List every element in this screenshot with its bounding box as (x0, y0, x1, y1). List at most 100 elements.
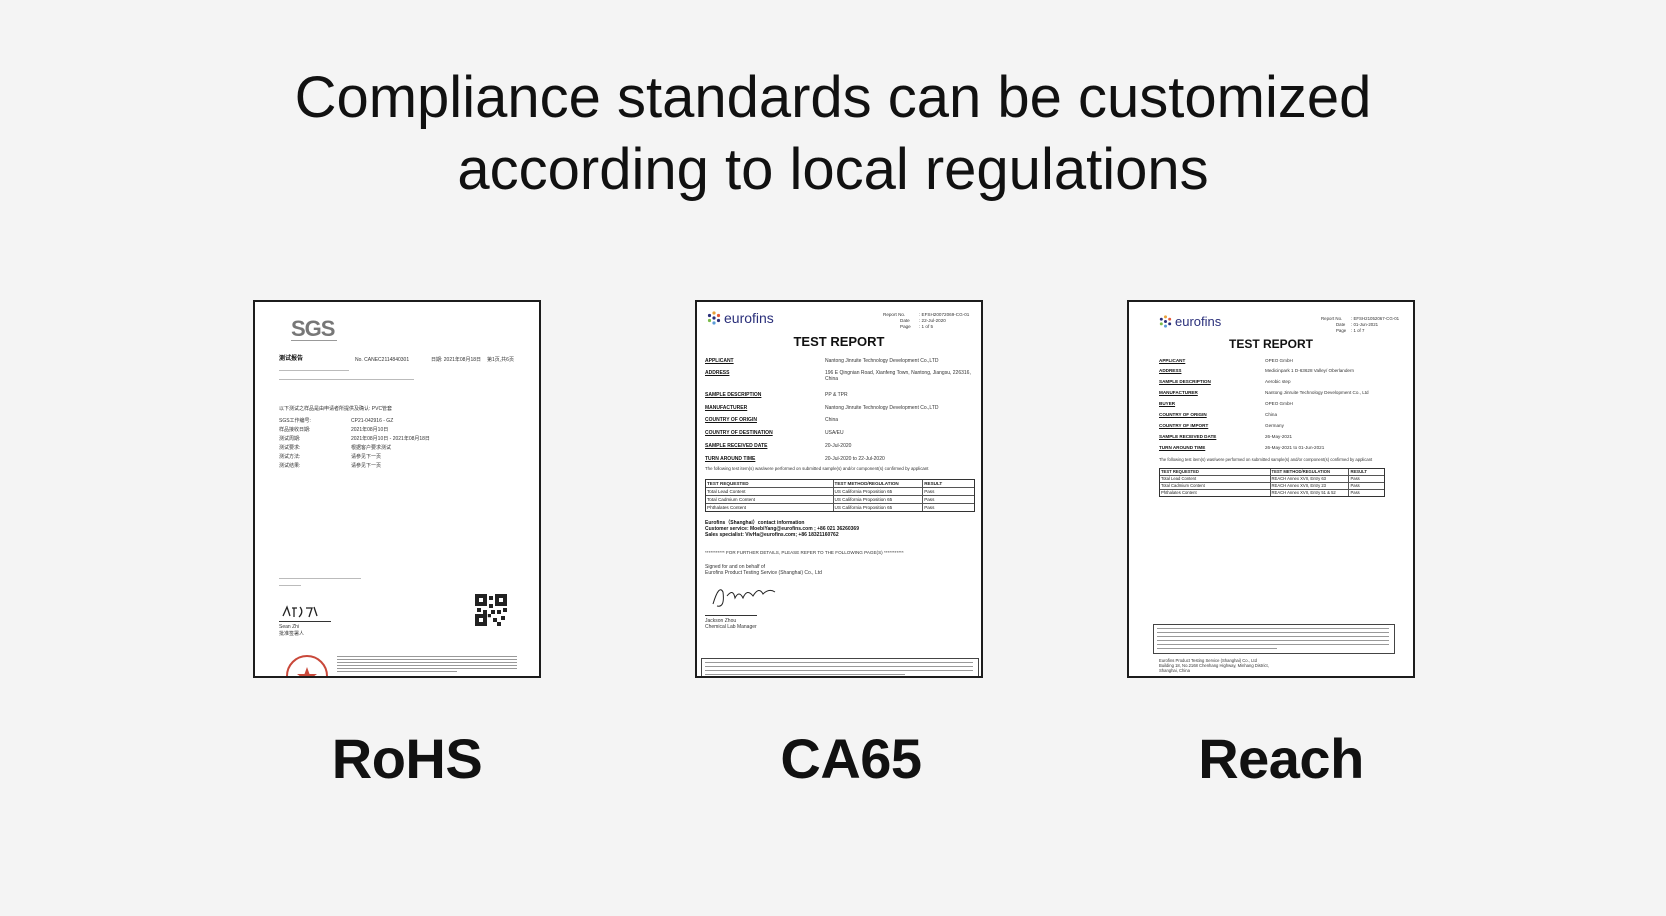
table-row: Total Lead Content US California Proposi… (706, 488, 974, 496)
page-value: : 1 of 7 (1351, 328, 1365, 333)
field-value: 20-Jul-2020 to 22-Jul-2020 (825, 456, 885, 462)
field-value: 26-May-2021 (1265, 434, 1293, 439)
signed-line-2: Eurofins Product Testing Service (Shangh… (705, 570, 822, 576)
field-value: PP & TPR (825, 392, 848, 398)
row-value: 2021年08月10日 (351, 427, 389, 433)
footer-line-3: Shanghai, China (1159, 668, 1190, 673)
field-label: ADDRESS (705, 370, 730, 376)
fine-print-block (337, 654, 519, 676)
table-header: TEST REQUESTED TEST METHOD/REGULATION RE… (1160, 469, 1384, 476)
headline-line-1: Compliance standards can be customized (294, 65, 1372, 130)
field-value: USA/EU (825, 430, 844, 436)
rohs-certificate[interactable]: SGS 测试报告 No. CANEC2114840301 日期: 2021年08… (253, 300, 541, 678)
further-details: *********** FOR FURTHER DETAILS, PLEASE … (705, 550, 904, 555)
field-label: MANUFACTURER (1159, 390, 1198, 395)
signature-image (712, 589, 776, 607)
ca65-certificate[interactable]: eurofins Report No. : EFSH20072069-CG-01… (695, 300, 983, 678)
row-label: 测试方法: (279, 454, 301, 460)
row-value: 2021年08月10日 - 2021年08月18日 (351, 436, 430, 442)
reach-certificate[interactable]: eurofins Report No. : EFSH21052067-CG-01… (1127, 300, 1415, 678)
table-row: Phthalates Content US California Proposi… (707, 504, 935, 511)
eurofins-wordmark: eurofins (724, 310, 774, 326)
field-label: APPLICANT (705, 358, 734, 364)
row-value: 请参见下一页 (351, 463, 382, 469)
text-line (279, 585, 301, 586)
page-label: Page (1336, 328, 1347, 333)
contact-sales: Sales specialist: VivHa@eurofins.com; +8… (705, 532, 839, 538)
signer-name: Sean Zhi (279, 624, 300, 630)
field-value: 20-Jul-2020 (825, 443, 852, 449)
row-label: SGS工作编号: (279, 418, 311, 424)
row-label: 测试周期: (279, 436, 301, 442)
field-label: COUNTRY OF ORIGIN (705, 417, 757, 423)
row-value: 根据客户要求测试 (351, 445, 392, 451)
field-value: Aerobic step (1265, 379, 1291, 384)
text-line (279, 578, 361, 579)
field-value: OPEO GmbH (1265, 401, 1293, 406)
row-label: 样品接收日期: (279, 427, 311, 433)
eurofins-dots-icon (707, 311, 721, 325)
field-label: COUNTRY OF IMPORT (1159, 423, 1209, 428)
reach-caption: Reach (1198, 727, 1364, 790)
field-label: TURN AROUND TIME (705, 456, 756, 462)
signature-image (282, 605, 318, 618)
field-label: SAMPLE RECEIVED DATE (705, 443, 768, 449)
row-label: 测试要求: (279, 445, 301, 451)
ca65-caption: CA65 (780, 727, 922, 790)
signer-title: 批准签署人 (279, 631, 305, 637)
signature-line (705, 615, 757, 616)
field-value: Nantong Jinruite Technology Development … (1265, 390, 1369, 395)
field-label: SAMPLE DESCRIPTION (1159, 379, 1211, 384)
row-value: CP21-042916 - GZ (351, 418, 394, 424)
field-label: APPLICANT (1159, 358, 1186, 363)
table-row: Phthalates Content REACH Annex XVII, Ent… (1161, 490, 1360, 496)
results-table: TEST REQUESTED TEST METHOD/REGULATION RE… (1159, 468, 1385, 497)
page-value: : 1 of 5 (919, 324, 934, 329)
field-value: Medicinpark 1 D-63628 Valley/ Oberlander… (1265, 368, 1355, 373)
field-value: China (1265, 412, 1278, 417)
fine-print-block (1153, 624, 1395, 654)
test-note: The following test item(s) was/were perf… (705, 466, 929, 471)
field-value: 26-May-2021 to 01-Jun-2021 (1265, 445, 1325, 450)
report-page: 第1页,共6页 (487, 357, 514, 363)
report-heading: TEST REPORT (793, 334, 885, 349)
field-label: COUNTRY OF ORIGIN (1159, 412, 1207, 417)
eurofins-logo: eurofins (1159, 314, 1221, 329)
fine-print-block (701, 658, 979, 676)
signer-title: Chemical Lab Manager (705, 624, 757, 630)
field-label: SAMPLE RECEIVED DATE (1159, 434, 1217, 439)
field-label: MANUFACTURER (705, 405, 748, 411)
report-number: No. CANEC2114840301 (355, 357, 410, 363)
table-row: Total Cadmium Content REACH Annex XVII, … (1160, 483, 1384, 490)
report-title: 测试报告 (279, 356, 304, 362)
row-label: 测试结果: (279, 463, 301, 469)
field-value: China (825, 417, 839, 423)
logo-underline (291, 340, 337, 341)
text-line (279, 379, 414, 380)
sgs-logo: SGS (291, 316, 335, 341)
field-label: SAMPLE DESCRIPTION (705, 392, 762, 398)
sample-description: 以下测试之样品是由申请者所提供及确认: PVC管套 (279, 406, 393, 412)
row-value: 请参见下一页 (351, 454, 382, 460)
eurofins-wordmark: eurofins (1175, 314, 1222, 329)
table-row: Total Lead Content REACH Annex XVII, Ent… (1160, 476, 1384, 483)
page-label: Page (900, 324, 911, 329)
table-header: TEST REQUESTED TEST METHOD/REGULATION RE… (706, 480, 974, 488)
report-date: 日期: 2021年08月18日 (431, 357, 482, 363)
field-value: Germany (1265, 423, 1284, 428)
field-value: Nantong Jinruite Technology Development … (825, 358, 939, 364)
table-row: Total Cadmium Content US California Prop… (706, 496, 974, 504)
qr-code-icon (475, 594, 507, 626)
field-label: TURN AROUND TIME (1159, 445, 1206, 450)
headline-line-2: according to local regulations (457, 137, 1209, 202)
page-headline: Compliance standards can be customized a… (0, 62, 1666, 206)
field-value: 196 E Qingnian Road, Xianfeng Town, Nant… (825, 370, 971, 382)
field-label: COUNTRY OF DESTINATION (705, 430, 773, 436)
eurofins-logo: eurofins (707, 310, 774, 326)
field-label: ADDRESS (1159, 368, 1182, 373)
field-value: Nantong Jinruite Technology Development … (825, 405, 939, 411)
red-seal-icon (286, 655, 328, 676)
report-heading: TEST REPORT (1228, 337, 1313, 351)
field-value: OPEO GmbH (1265, 358, 1293, 363)
rohs-caption: RoHS (331, 727, 483, 790)
